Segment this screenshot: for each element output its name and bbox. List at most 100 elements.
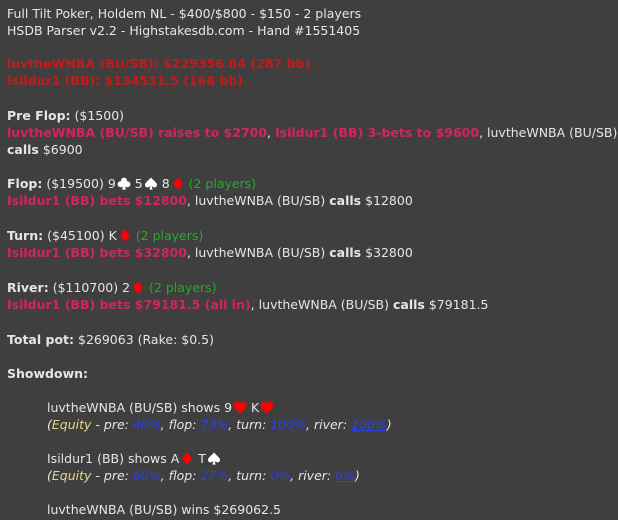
flop-call-verb: calls	[329, 193, 362, 208]
river-caller: luvtheWNBA (BU/SB)	[258, 297, 389, 312]
equity-river-link[interactable]: 100%	[351, 417, 387, 432]
stack-player-2: Isildur1 (BB): $134531.5 (168 bb)	[7, 72, 243, 89]
preflop-header: Pre Flop: ($1500)	[7, 107, 124, 124]
turn-label: , turn:	[228, 468, 267, 483]
river-label: , river:	[306, 417, 348, 432]
stack-text-2: Isildur1 (BB): $134531.5 (168 bb)	[7, 73, 243, 88]
flop-header: Flop: ($19500) 9 5 8 (2 players)	[7, 175, 256, 192]
flop-card-2: 5	[134, 176, 143, 191]
header-line-1: Full Tilt Poker, Holdem NL - $400/$800 -…	[7, 5, 361, 22]
preflop-caller: luvtheWNBA (BU/SB)	[487, 125, 618, 140]
separator: ,	[250, 297, 255, 312]
player-1-card-1: 9	[224, 400, 233, 415]
separator: ,	[186, 245, 191, 260]
equity-turn: 0%	[270, 468, 291, 483]
flop-actions: Isildur1 (BB) bets $12800, luvtheWNBA (B…	[7, 192, 413, 209]
equity-pre: 60%	[132, 468, 161, 483]
flop-players: (2 players)	[188, 176, 257, 191]
winner-line: luvtheWNBA (BU/SB) wins $269062.5	[47, 501, 281, 518]
total-pot-value: $269063 (Rake: $0.5)	[78, 332, 214, 347]
club-icon	[117, 177, 131, 190]
turn-actions: Isildur1 (BB) bets $32800, luvtheWNBA (B…	[7, 244, 413, 261]
flop-label: , flop:	[160, 468, 197, 483]
flop-card-3: 8	[161, 176, 170, 191]
paren: )	[386, 417, 392, 432]
river-card-1: 2	[122, 280, 131, 295]
player-1-shows: luvtheWNBA (BU/SB) shows	[47, 400, 221, 415]
stack-text-1: luvtheWNBA (BU/SB): $229356.84 (287 bb)	[7, 56, 311, 71]
diamond-icon	[131, 281, 145, 294]
showdown-header: Showdown:	[7, 365, 88, 382]
flop-card-1: 9	[107, 176, 116, 191]
player-2-card-2: T	[198, 451, 206, 466]
turn-players: (2 players)	[135, 228, 204, 243]
paren: )	[354, 468, 360, 483]
equity-river-link[interactable]: 0%	[335, 468, 355, 483]
turn-caller: luvtheWNBA (BU/SB)	[194, 245, 326, 260]
turn-label: , turn:	[228, 417, 267, 432]
pre-label: - pre:	[91, 468, 129, 483]
river-label: , river:	[290, 468, 332, 483]
river-call-amount: $79181.5	[428, 297, 489, 312]
equity-flop: 27%	[200, 468, 229, 483]
equity-player-2: (Equity - pre: 60%, flop: 27%, turn: 0%,…	[47, 467, 360, 484]
river-pot: ($110700)	[52, 280, 119, 295]
preflop-actions: luvtheWNBA (BU/SB) raises to $2700, Isil…	[7, 124, 617, 141]
diamond-icon	[171, 177, 185, 190]
river-label: River:	[7, 280, 49, 295]
separator: ,	[186, 193, 191, 208]
player-2-card-1: A	[170, 451, 180, 466]
diamond-icon	[180, 452, 194, 465]
river-header: River: ($110700) 2 (2 players)	[7, 279, 217, 296]
turn-call-amount: $32800	[365, 245, 413, 260]
preflop-action-3bet: Isildur1 (BB) 3-bets to $9600	[275, 125, 480, 140]
equity-player-1: (Equity - pre: 40%, flop: 73%, turn: 100…	[47, 416, 392, 433]
turn-action-bet: Isildur1 (BB) bets $32800	[7, 245, 187, 260]
preflop-pot: ($1500)	[74, 108, 125, 123]
flop-call-amount: $12800	[365, 193, 413, 208]
equity-pre: 40%	[132, 417, 161, 432]
separator: ,	[479, 125, 484, 140]
equity-turn: 100%	[270, 417, 307, 432]
turn-pot: ($45100)	[47, 228, 105, 243]
turn-card-1: K	[108, 228, 117, 243]
flop-action-bet: Isildur1 (BB) bets $12800	[7, 193, 187, 208]
header-line-2: HSDB Parser v2.2 - Highstakesdb.com - Ha…	[7, 22, 360, 39]
separator: ,	[267, 125, 272, 140]
showdown-player-2: Isildur1 (BB) shows A T	[47, 450, 221, 467]
spade-icon	[144, 177, 158, 190]
flop-label: Flop:	[7, 176, 43, 191]
equity-flop: 73%	[200, 417, 229, 432]
diamond-icon	[118, 229, 132, 242]
flop-label: , flop:	[160, 417, 197, 432]
header-title: Full Tilt Poker, Holdem NL - $400/$800 -…	[7, 6, 362, 21]
flop-caller: luvtheWNBA (BU/SB)	[194, 193, 326, 208]
stack-player-1: luvtheWNBA (BU/SB): $229356.84 (287 bb)	[7, 55, 310, 72]
player-1-card-2: K	[251, 400, 260, 415]
river-call-verb: calls	[392, 297, 425, 312]
preflop-call-amount: $6900	[42, 142, 83, 157]
winner-text: luvtheWNBA (BU/SB) wins $269062.5	[47, 502, 281, 517]
pre-label: - pre:	[91, 417, 129, 432]
river-players: (2 players)	[149, 280, 217, 295]
preflop-action-raise: luvtheWNBA (BU/SB) raises to $2700	[7, 125, 268, 140]
equity-label: Equity	[51, 468, 92, 483]
equity-label: Equity	[51, 417, 92, 432]
heart-icon	[260, 401, 274, 414]
heart-icon	[233, 401, 247, 414]
total-pot-label: Total pot:	[7, 332, 75, 347]
player-2-shows: Isildur1 (BB) shows	[47, 451, 167, 466]
turn-call-verb: calls	[329, 245, 362, 260]
preflop-label: Pre Flop:	[7, 108, 71, 123]
preflop-call-verb: calls	[7, 142, 39, 157]
river-actions: Isildur1 (BB) bets $79181.5 (all in), lu…	[7, 296, 488, 313]
turn-label: Turn:	[7, 228, 44, 243]
parser-info: HSDB Parser v2.2 - Highstakesdb.com - Ha…	[7, 23, 361, 38]
spade-icon	[207, 452, 221, 465]
showdown-label: Showdown:	[7, 366, 89, 381]
turn-header: Turn: ($45100) K (2 players)	[7, 227, 203, 244]
river-action-bet: Isildur1 (BB) bets $79181.5 (all in)	[7, 297, 251, 312]
flop-pot: ($19500)	[46, 176, 104, 191]
total-pot-line: Total pot: $269063 (Rake: $0.5)	[7, 331, 214, 348]
preflop-call-line: calls $6900	[7, 141, 83, 158]
